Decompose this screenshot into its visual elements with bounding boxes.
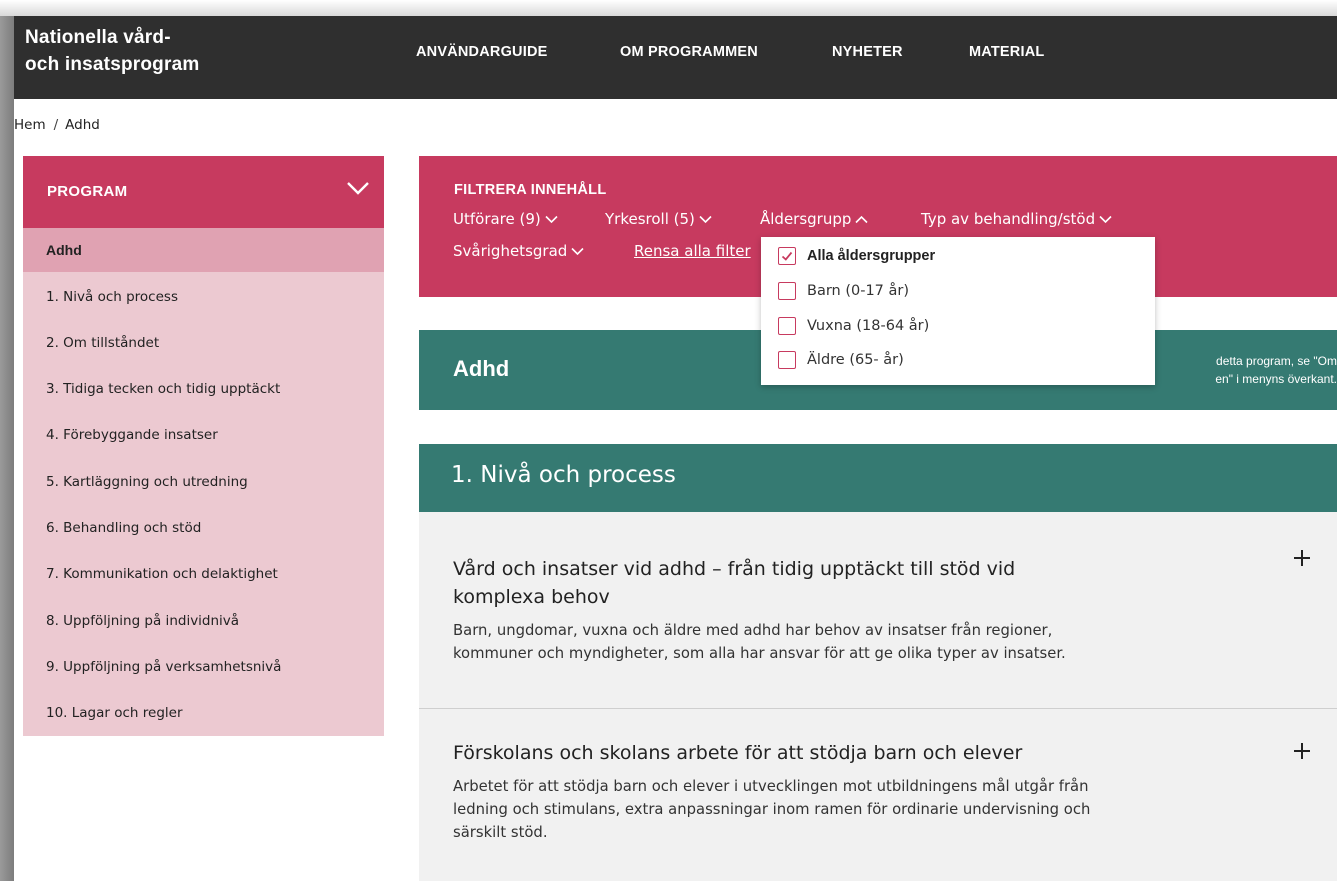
- clear-all-filters-link[interactable]: Rensa alla filter: [634, 242, 751, 260]
- checkbox-barn[interactable]: [778, 282, 796, 300]
- sidebar-item-behandling-och-stod[interactable]: 6. Behandling och stöd: [23, 506, 384, 550]
- sidebar-title: PROGRAM: [47, 183, 128, 200]
- nav-nyheter[interactable]: NYHETER: [832, 44, 903, 60]
- plus-icon[interactable]: [1293, 549, 1311, 567]
- checkmark-icon: [781, 251, 793, 261]
- banner-title: Adhd: [453, 356, 510, 381]
- filter-utforare[interactable]: Utförare (9): [453, 210, 558, 228]
- plus-icon[interactable]: [1293, 742, 1311, 760]
- filter-svarighetsgrad-label: Svårighetsgrad: [453, 242, 568, 260]
- accordion-card-vard-och-insatser[interactable]: Vård och insatser vid adhd – från tidig …: [419, 512, 1337, 709]
- age-option-label: Vuxna (18-64 år): [807, 318, 930, 334]
- age-group-dropdown: Alla åldersgrupper Barn (0-17 år) Vuxna …: [761, 237, 1155, 385]
- chevron-down-icon: [1099, 215, 1112, 224]
- chevron-up-icon: [855, 215, 868, 224]
- page-viewport: Nationella vård- och insatsprogram ANVÄN…: [14, 16, 1337, 881]
- filter-svarighetsgrad[interactable]: Svårighetsgrad: [453, 242, 584, 260]
- sidebar-item-uppfoljning-verksamhet[interactable]: 9. Uppföljning på verksamhetsnivå: [23, 645, 384, 689]
- site-header: Nationella vård- och insatsprogram ANVÄN…: [14, 16, 1337, 99]
- card-description: Arbetet för att stödja barn och elever i…: [453, 778, 1091, 841]
- card-title: Förskolans och skolans arbete för att st…: [453, 742, 1023, 764]
- age-option-label: Äldre (65- år): [807, 352, 904, 368]
- sidebar-item-kommunikation[interactable]: 7. Kommunikation och delaktighet: [23, 552, 384, 596]
- logo-line-2: och insatsprogram: [25, 54, 200, 75]
- age-option-label: Alla åldersgrupper: [807, 248, 936, 264]
- chevron-down-icon: [571, 247, 584, 256]
- program-sidebar: PROGRAM Adhd 1. Nivå och process 2. Om t…: [23, 156, 384, 736]
- filter-title: FILTRERA INNEHÅLL: [454, 182, 607, 198]
- sidebar-item-uppfoljning-individ[interactable]: 8. Uppföljning på individnivå: [23, 599, 384, 643]
- filter-typ-av-behandling-label: Typ av behandling/stöd: [921, 210, 1096, 228]
- nav-material[interactable]: MATERIAL: [969, 44, 1044, 60]
- filter-yrkesroll[interactable]: Yrkesroll (5): [605, 210, 712, 228]
- sidebar-item-om-tillstandet[interactable]: 2. Om tillståndet: [23, 321, 384, 365]
- sidebar-item-tidiga-tecken[interactable]: 3. Tidiga tecken och tidig upptäckt: [23, 367, 384, 411]
- sidebar-item-forebyggande-insatser[interactable]: 4. Förebyggande insatser: [23, 413, 384, 457]
- checkbox-alla[interactable]: [778, 247, 796, 265]
- sidebar-item-kartlaggning[interactable]: 5. Kartläggning och utredning: [23, 460, 384, 504]
- sidebar-item-niva-och-process[interactable]: 1. Nivå och process: [23, 275, 384, 319]
- nav-om-programmen[interactable]: OM PROGRAMMEN: [620, 44, 758, 60]
- card-description: Barn, ungdomar, vuxna och äldre med adhd…: [453, 622, 1066, 662]
- filter-yrkesroll-label: Yrkesroll (5): [605, 210, 695, 228]
- sidebar-item-adhd[interactable]: Adhd: [23, 228, 384, 272]
- site-logo[interactable]: Nationella vård- och insatsprogram: [25, 24, 199, 78]
- breadcrumb-separator: /: [53, 117, 59, 133]
- filter-aldersgrupp[interactable]: Åldersgrupp: [760, 210, 868, 228]
- window-frame-top: [0, 0, 1337, 16]
- breadcrumb: Hem / Adhd: [14, 117, 100, 133]
- chevron-down-icon: [699, 215, 712, 224]
- program-menu-toggle[interactable]: PROGRAM: [23, 156, 384, 228]
- card-title: Vård och insatser vid adhd – från tidig …: [453, 558, 1016, 608]
- window-frame-left: [0, 16, 14, 881]
- section-title: 1. Nivå och process: [451, 462, 676, 488]
- filter-utforare-label: Utförare (9): [453, 210, 541, 228]
- checkbox-vuxna[interactable]: [778, 317, 796, 335]
- filter-aldersgrupp-label: Åldersgrupp: [760, 210, 852, 228]
- age-option-label: Barn (0-17 år): [807, 283, 910, 299]
- breadcrumb-current: Adhd: [65, 117, 100, 133]
- chevron-down-icon: [545, 215, 558, 224]
- checkbox-aldre[interactable]: [778, 351, 796, 369]
- chevron-down-icon: [347, 182, 369, 195]
- sidebar-item-lagar-och-regler[interactable]: 10. Lagar och regler: [23, 691, 384, 735]
- section-header: 1. Nivå och process: [419, 444, 1337, 512]
- logo-line-1: Nationella vård-: [25, 27, 171, 48]
- filter-typ-av-behandling[interactable]: Typ av behandling/stöd: [921, 210, 1112, 228]
- accordion-card-forskolans-och-skolans-arbete[interactable]: Förskolans och skolans arbete för att st…: [419, 709, 1337, 881]
- nav-anvandarguide[interactable]: ANVÄNDARGUIDE: [416, 44, 548, 60]
- breadcrumb-home[interactable]: Hem: [14, 117, 46, 133]
